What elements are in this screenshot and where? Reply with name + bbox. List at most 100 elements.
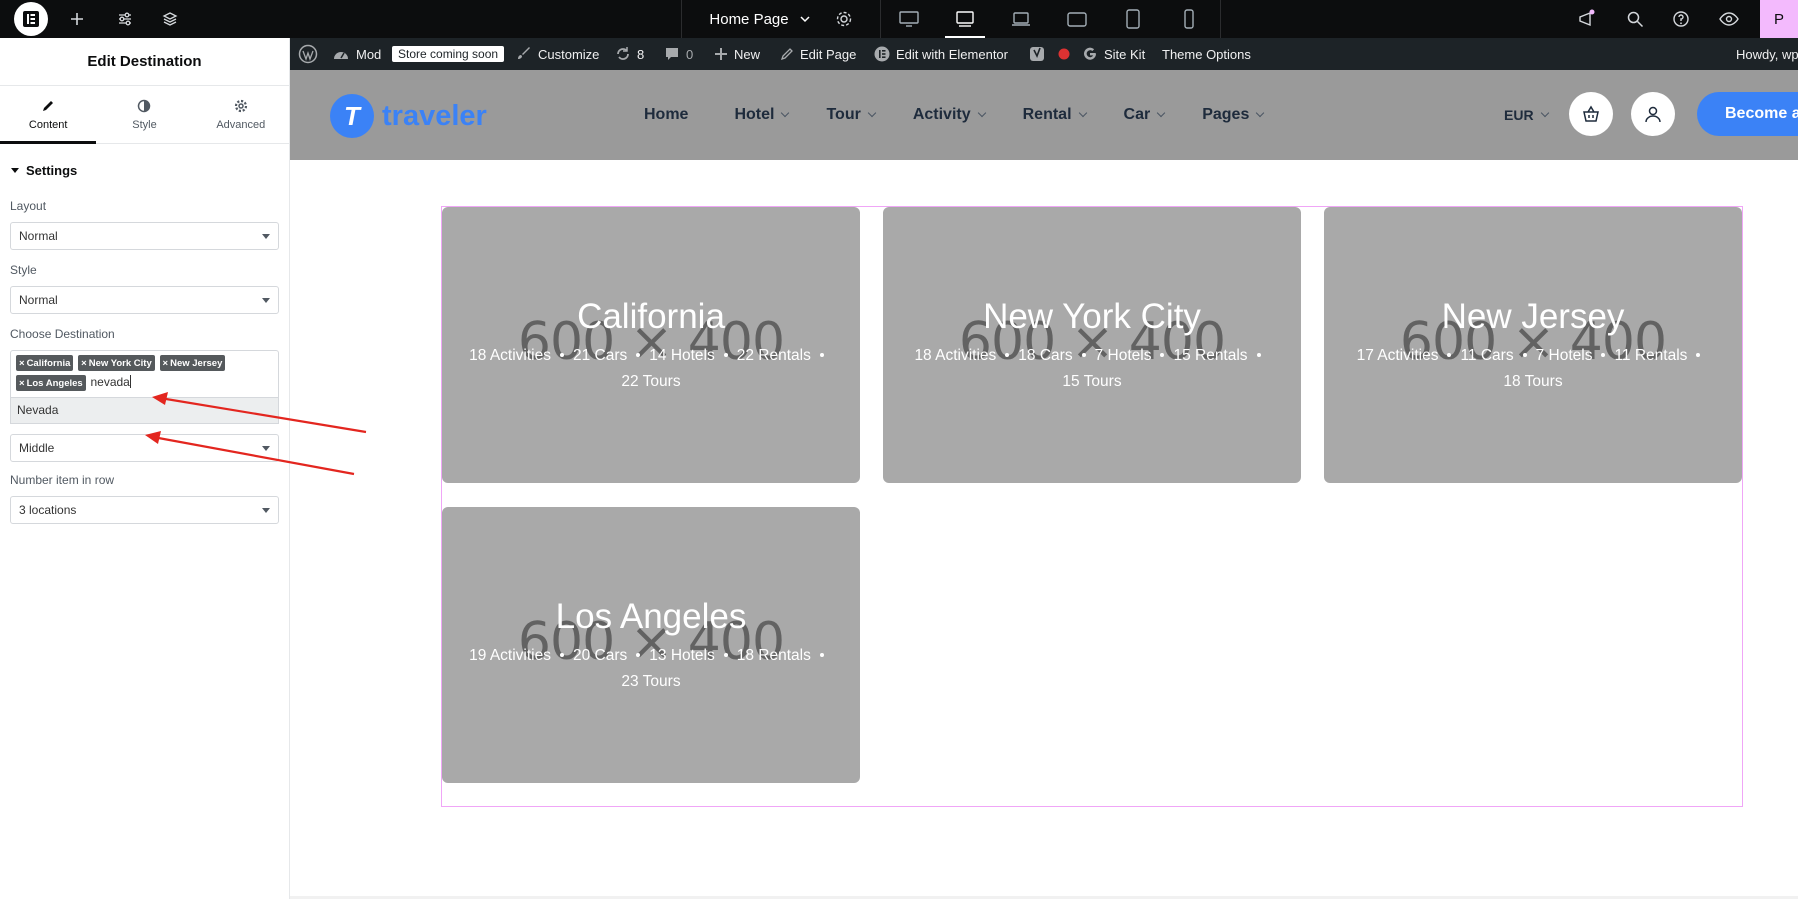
nav-home[interactable]: Home <box>644 106 688 124</box>
search-button[interactable] <box>1618 0 1652 38</box>
page-switcher[interactable]: Home Page <box>681 0 881 38</box>
nav-tour[interactable]: Tour <box>826 106 877 124</box>
tag-los-angeles[interactable]: × Los Angeles <box>16 375 86 391</box>
comments-link[interactable]: 0 <box>664 38 693 70</box>
typed-text: nevada <box>90 374 130 389</box>
stat: 17 Activities <box>1356 347 1439 364</box>
device-tablet-landscape[interactable] <box>1049 0 1105 38</box>
nav-hotel[interactable]: Hotel <box>734 106 790 124</box>
stat: 18 Tours <box>1503 373 1563 390</box>
tab-advanced[interactable]: Advanced <box>193 86 289 143</box>
site-kit-link[interactable]: Site Kit <box>1082 38 1145 70</box>
items-in-row-label: Number item in row <box>10 473 115 487</box>
updates-link[interactable]: 8 <box>615 38 644 70</box>
help-button[interactable] <box>1664 0 1698 38</box>
preview-button[interactable] <box>1712 0 1746 38</box>
become-host-button[interactable]: Become a <box>1697 92 1798 136</box>
site-name-menu[interactable]: Mod <box>332 38 381 70</box>
style-select[interactable]: Normal <box>10 286 279 314</box>
become-label: Become a <box>1725 105 1798 122</box>
choose-destination-label: Choose Destination <box>10 327 115 341</box>
device-desktop[interactable] <box>881 0 937 38</box>
nav-label: Car <box>1123 106 1151 123</box>
nav-car[interactable]: Car <box>1123 106 1166 124</box>
device-laptop[interactable] <box>993 0 1049 38</box>
device-mobile[interactable] <box>1161 0 1217 38</box>
comment-bubble-icon <box>664 46 680 62</box>
destination-card[interactable]: 600 × 400 Los Angeles 19 Activities 20 Ca… <box>442 507 860 783</box>
tag-new-jersey[interactable]: × New Jersey <box>159 355 226 371</box>
tablet-landscape-icon <box>1067 12 1087 27</box>
stat: 18 Activities <box>914 347 997 364</box>
panel-title: Edit Destination <box>0 38 289 86</box>
page-settings-gear-icon[interactable] <box>835 10 853 28</box>
store-coming-soon-badge[interactable]: Store coming soon <box>392 38 505 70</box>
destination-card[interactable]: 600 × 400 New Jersey 17 Activities 11 Car… <box>1324 207 1742 483</box>
add-element-button[interactable] <box>62 0 92 38</box>
laptop-icon <box>1012 12 1030 26</box>
suggestion-label: Nevada <box>17 403 59 417</box>
tag-new-york-city[interactable]: × New York City <box>78 355 155 371</box>
cart-button[interactable] <box>1569 92 1613 136</box>
structure-button[interactable] <box>155 0 185 38</box>
destination-title: California <box>577 297 725 336</box>
remove-tag-icon[interactable]: × <box>81 358 87 369</box>
nav-pages[interactable]: Pages <box>1202 106 1265 124</box>
tab-content[interactable]: Content <box>0 86 97 144</box>
stat: 14 Hotels <box>649 347 715 364</box>
currency-switcher[interactable]: EUR <box>1504 70 1549 160</box>
nav-label: Home <box>644 106 689 123</box>
alignment-select[interactable]: Middle <box>10 434 279 462</box>
nav-rental[interactable]: Rental <box>1023 106 1087 124</box>
destination-card[interactable]: 600 × 400 New York City 18 Activities 18 … <box>883 207 1301 483</box>
elementor-e-icon <box>23 11 39 27</box>
responsive-device-switcher <box>881 0 1217 38</box>
tag-label: California <box>26 357 71 369</box>
paintbrush-icon <box>516 46 532 62</box>
remove-tag-icon[interactable]: × <box>19 378 25 389</box>
settings-section-toggle[interactable]: Settings <box>0 150 289 190</box>
destination-card[interactable]: 600 × 400 California 18 Activities 21 Car… <box>442 207 860 483</box>
customize-link[interactable]: Customize <box>516 38 599 70</box>
chevron-down-icon <box>1256 108 1265 118</box>
edit-page-link[interactable]: Edit Page <box>780 38 856 70</box>
device-widescreen[interactable] <box>937 0 993 38</box>
wp-logo-menu[interactable] <box>298 38 318 70</box>
gear-icon <box>234 99 247 112</box>
site-kit-label: Site Kit <box>1104 46 1146 62</box>
device-tablet[interactable] <box>1105 0 1161 38</box>
elementor-logo-button[interactable] <box>14 2 48 36</box>
comments-count: 0 <box>686 46 694 62</box>
tag-california[interactable]: × California <box>16 355 74 371</box>
edit-page-label: Edit Page <box>800 46 857 62</box>
remove-tag-icon[interactable]: × <box>163 358 169 369</box>
yoast-seo-menu[interactable] <box>1028 38 1070 70</box>
items-in-row-select[interactable]: 3 locations <box>10 496 279 524</box>
panel-tabs: Content Style Advanced <box>0 86 289 144</box>
tab-style[interactable]: Style <box>96 86 192 143</box>
suggestion-option-nevada[interactable]: Nevada <box>10 398 279 424</box>
publish-button[interactable]: P <box>1760 0 1798 38</box>
nav-activity[interactable]: Activity <box>913 106 986 124</box>
stat: 20 Cars <box>572 647 628 664</box>
tag-label: New Jersey <box>170 357 223 369</box>
notifications-button[interactable] <box>1570 0 1604 38</box>
destination-search-input[interactable]: nevada <box>90 374 131 389</box>
main-navigation: Home Hotel Tour Activity Rental Car Page… <box>644 70 1265 160</box>
destination-multiselect[interactable]: × California × New York City × New Jersey ×… <box>10 350 279 398</box>
new-content-menu[interactable]: New <box>714 38 760 70</box>
remove-tag-icon[interactable]: × <box>19 358 25 369</box>
my-account-menu[interactable]: Howdy, wp <box>1736 38 1798 70</box>
yoast-icon <box>1028 45 1046 63</box>
store-badge-label: Store coming soon <box>392 46 505 62</box>
tab-advanced-label: Advanced <box>216 118 266 131</box>
currency-label: EUR <box>1504 107 1534 123</box>
site-settings-button[interactable] <box>110 0 140 38</box>
account-button[interactable] <box>1631 92 1675 136</box>
edit-with-elementor-link[interactable]: Edit with Elementor <box>874 38 1008 70</box>
site-logo[interactable]: T traveler <box>330 94 487 138</box>
layout-select[interactable]: Normal <box>10 222 279 250</box>
search-icon <box>1627 11 1644 28</box>
theme-options-link[interactable]: Theme Options <box>1162 38 1251 70</box>
text-cursor <box>129 374 131 388</box>
